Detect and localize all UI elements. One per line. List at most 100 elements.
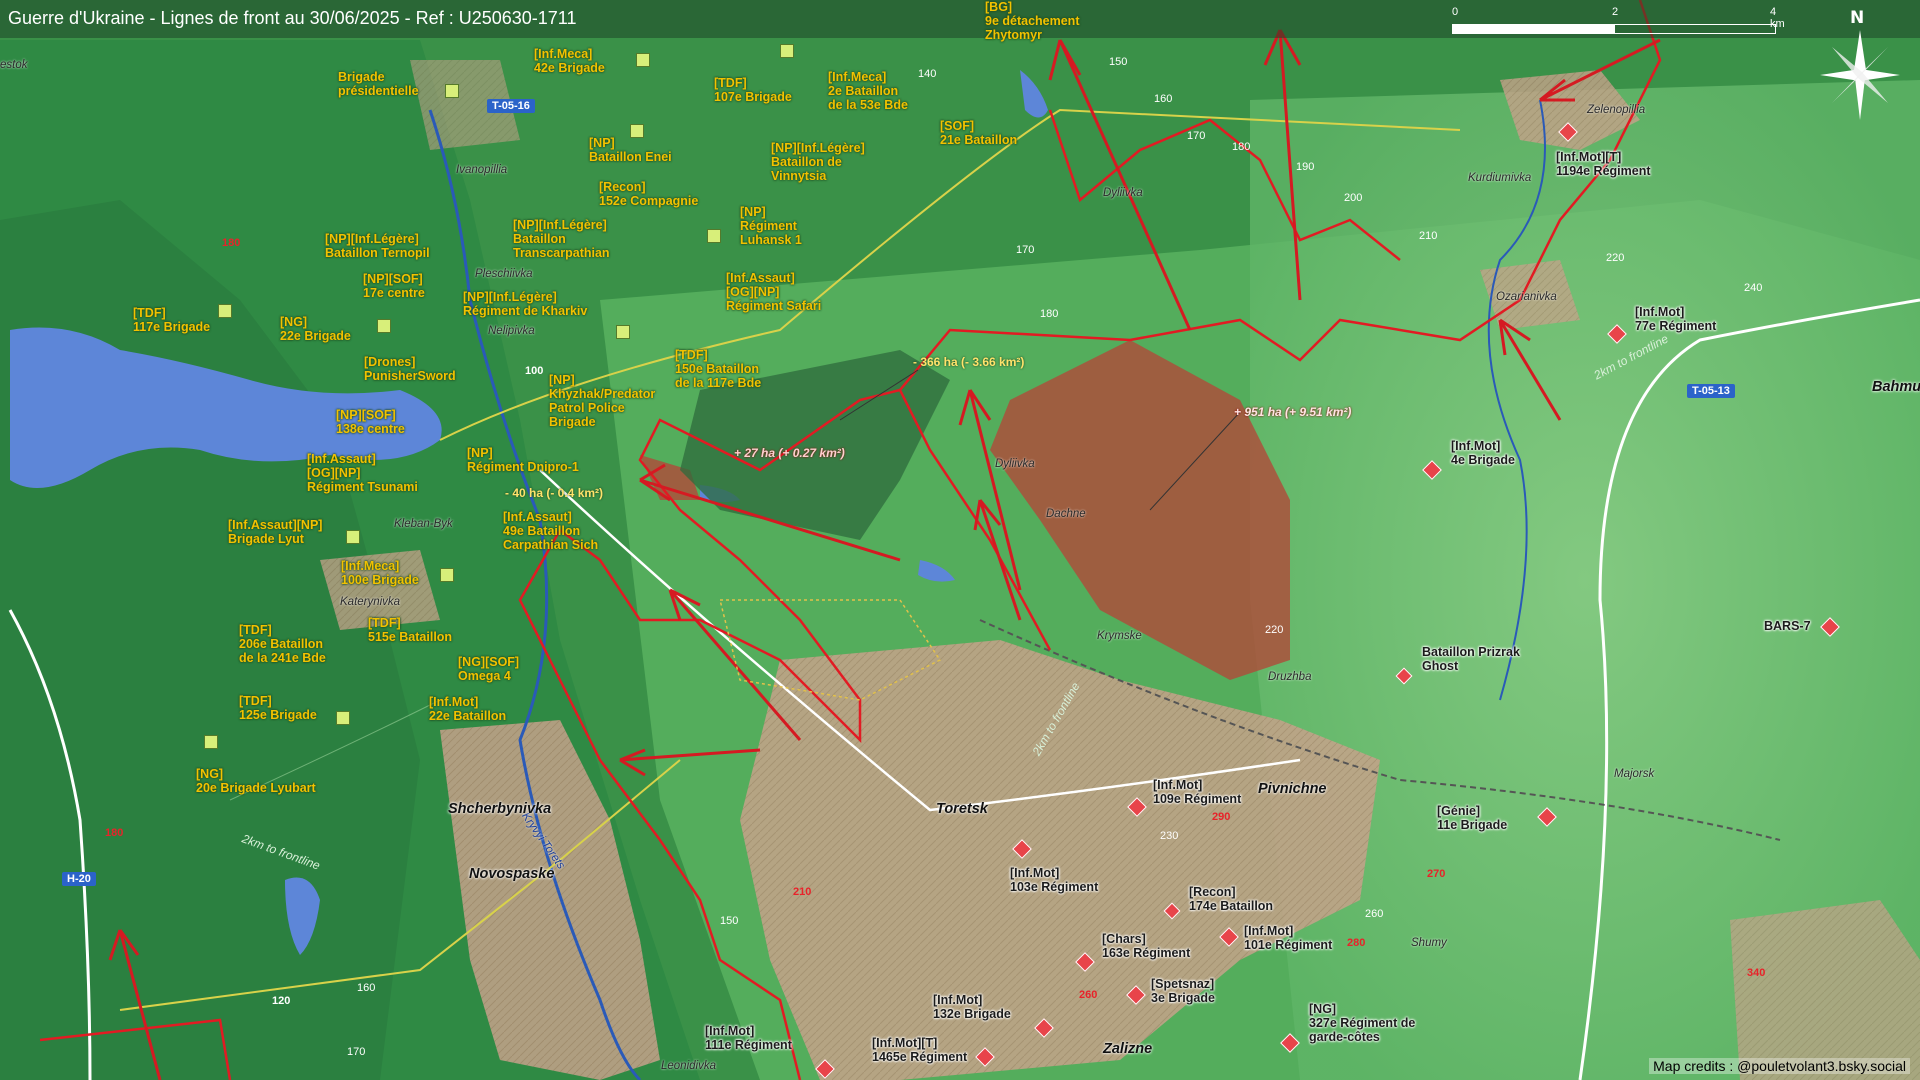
ua-unit-marker-icon[interactable] (204, 735, 218, 749)
place-label: Kleban-Byk (394, 518, 453, 530)
ua-unit-label[interactable]: [NP] Bataillon Enei (589, 136, 672, 164)
place-label: Nelipivka (488, 325, 535, 337)
ru-unit-label[interactable]: [Spetsnaz] 3e Brigade (1151, 977, 1215, 1005)
ua-unit-label[interactable]: [Inf.Meca] 42e Brigade (534, 47, 605, 75)
ua-unit-label[interactable]: [NP] Régiment Luhansk 1 (740, 205, 802, 247)
ua-unit-label[interactable]: [NP][Inf.Légère] Bataillon Transcarpathian (513, 218, 610, 260)
ua-unit-marker-icon[interactable] (440, 568, 454, 582)
elevation-label: 170 (1187, 130, 1206, 142)
ua-unit-marker-icon[interactable] (616, 325, 630, 339)
ua-unit-marker-icon[interactable] (630, 124, 644, 138)
ua-unit-label[interactable]: [Recon] 152e Compagnie (599, 180, 698, 208)
elevation-label: 200 (1344, 192, 1363, 204)
ua-unit-label[interactable]: [NG] 22e Brigade (280, 315, 351, 343)
ua-unit-marker-icon[interactable] (780, 44, 794, 58)
map-stage: Guerre d'Ukraine - Lignes de front au 30… (0, 0, 1920, 1080)
ru-unit-label[interactable]: [Inf.Mot] 109e Régiment (1153, 778, 1241, 806)
place-label: Kurdiumivka (1468, 172, 1532, 184)
elevation-label: 170 (347, 1046, 366, 1058)
place-label: Zelenopillia (1587, 104, 1646, 116)
ua-unit-marker-icon[interactable] (336, 711, 350, 725)
ru-gain-tiny-annotation: - 40 ha (- 0.4 km²) (505, 486, 604, 500)
place-label: Katerynivka (340, 596, 401, 608)
ua-unit-label[interactable]: [Inf.Assaut][NP] Brigade Lyut (228, 518, 322, 546)
urban-east (1730, 900, 1920, 1080)
place-label: Pleschiivka (475, 268, 533, 280)
ua-unit-marker-icon[interactable] (636, 53, 650, 67)
place-label: Druzhba (1268, 671, 1312, 683)
elevation-label: 190 (1296, 161, 1315, 173)
elevation-label: 150 (720, 915, 739, 927)
elevation-label: 220 (1606, 252, 1625, 264)
ua-unit-label[interactable]: [TDF] 515e Bataillon (368, 616, 452, 644)
elevation-label-red: 290 (1212, 811, 1231, 823)
ua-unit-label[interactable]: [NP][SOF] 17e centre (363, 272, 425, 300)
ua-unit-label[interactable]: [Inf.Assaut] [OG][NP] Régiment Safari (726, 271, 821, 313)
compass-star-icon (1820, 30, 1900, 120)
ua-unit-label[interactable]: [NP][SOF] 138e centre (336, 408, 405, 436)
map-credits: Map credits : @pouletvolant3.bsky.social (1649, 1058, 1910, 1074)
elevation-label-red: 180 (105, 827, 124, 839)
ua-unit-marker-icon[interactable] (445, 84, 459, 98)
ru-unit-label[interactable]: [Inf.Mot] 103e Régiment (1010, 866, 1098, 894)
place-label: Dachne (1046, 508, 1086, 520)
town-label: Zalizne (1103, 1041, 1153, 1057)
ua-unit-marker-icon[interactable] (707, 229, 721, 243)
ua-unit-label[interactable]: [Inf.Meca] 2e Bataillon de la 53e Bde (828, 70, 908, 112)
ru-unit-label[interactable]: [NG] 327e Régiment de garde-côtes (1309, 1002, 1415, 1044)
scale-label-2: 2 (1612, 6, 1619, 18)
ru-unit-label[interactable]: [Inf.Mot] 77e Régiment (1635, 305, 1716, 333)
ru-unit-label[interactable]: [Génie] 11e Brigade (1437, 804, 1507, 832)
ua-unit-label[interactable]: [NG][SOF] Omega 4 (458, 655, 519, 683)
scale-segment-2 (1614, 24, 1776, 34)
ru-unit-label[interactable]: [Inf.Mot] 132e Brigade (933, 993, 1011, 1021)
ru-unit-label[interactable]: [Inf.Mot][T] 1194e Régiment (1556, 150, 1651, 178)
place-label: Majorsk (1614, 768, 1655, 780)
ua-unit-marker-icon[interactable] (218, 304, 232, 318)
ru-unit-label[interactable]: [Inf.Mot][T] 1465e Régiment (872, 1036, 967, 1064)
ua-unit-label[interactable]: [NG] 20e Brigade Lyubart (196, 767, 316, 795)
place-label: estok (0, 59, 28, 71)
ru-unit-label[interactable]: [Chars] 163e Régiment (1102, 932, 1190, 960)
ru-unit-label[interactable]: [Inf.Mot] 4e Brigade (1451, 439, 1515, 467)
ua-unit-label[interactable]: [TDF] 107e Brigade (714, 76, 792, 104)
ua-unit-label[interactable]: [NP] Khyzhak/Predator Patrol Police Brigade (549, 373, 655, 429)
ua-unit-label[interactable]: [SOF] 21e Bataillon (940, 119, 1017, 147)
ua-unit-label[interactable]: [Inf.Assaut] 49e Bataillon Carpathian Sich (503, 510, 598, 552)
ua-unit-label[interactable]: [TDF] 117e Brigade (133, 306, 210, 334)
elevation-label: 160 (1154, 93, 1173, 105)
elevation-label-red: 260 (1079, 989, 1098, 1001)
ua-unit-label[interactable]: Brigade présidentielle (338, 70, 419, 98)
scale-segment-1 (1452, 24, 1614, 34)
ua-unit-label[interactable]: [BG] 9e détachement Zhytomyr (985, 0, 1079, 42)
ua-unit-label[interactable]: [NP][Inf.Légère] Régiment de Kharkiv (463, 290, 587, 318)
ua-unit-label[interactable]: [TDF] 206e Bataillon de la 241e Bde (239, 623, 326, 665)
elevation-label: 220 (1265, 624, 1284, 636)
ru-unit-label[interactable]: BARS-7 (1764, 619, 1811, 633)
ua-unit-label[interactable]: [Inf.Assaut] [OG][NP] Régiment Tsunami (307, 452, 418, 494)
ua-unit-label[interactable]: [TDF] 150e Bataillon de la 117e Bde (675, 348, 761, 390)
ua-unit-label[interactable]: [Inf.Mot] 22e Bataillon (429, 695, 506, 723)
ua-unit-label[interactable]: [Drones] PunisherSword (364, 355, 456, 383)
ru-unit-label[interactable]: [Inf.Mot] 101e Régiment (1244, 924, 1332, 952)
ru-unit-label[interactable]: [Inf.Mot] 111e Régiment (705, 1024, 792, 1052)
elevation-label-red: 210 (793, 886, 812, 898)
ua-unit-label[interactable]: [NP][Inf.Légère] Bataillon de Vinnytsia (771, 141, 865, 183)
elevation-label-red: 180 (222, 237, 241, 249)
town-label: Shcherbynivka (448, 801, 552, 817)
town-label: Pivnichne (1258, 781, 1327, 797)
ua-unit-label[interactable]: [NP] Régiment Dnipro-1 (467, 446, 579, 474)
ua-unit-marker-icon[interactable] (377, 319, 391, 333)
ua-unit-label[interactable]: [TDF] 125e Brigade (239, 694, 317, 722)
map-title: Guerre d'Ukraine - Lignes de front au 30… (8, 8, 577, 28)
ua-unit-marker-icon[interactable] (346, 530, 360, 544)
place-label: Dyliivka (1103, 187, 1143, 199)
place-label: Ozarianivka (1496, 291, 1557, 303)
road-badge-h20: H-20 (62, 872, 96, 886)
ua-unit-label[interactable]: [NP][Inf.Légère] Bataillon Ternopil (325, 232, 430, 260)
ua-unit-label[interactable]: [Inf.Meca] 100e Brigade (341, 559, 419, 587)
place-label: Ivanopillia (456, 164, 508, 176)
elevation-label: 160 (357, 982, 376, 994)
ru-unit-label[interactable]: Bataillon Prizrak Ghost (1422, 645, 1520, 673)
ru-unit-label[interactable]: [Recon] 174e Bataillon (1189, 885, 1273, 913)
